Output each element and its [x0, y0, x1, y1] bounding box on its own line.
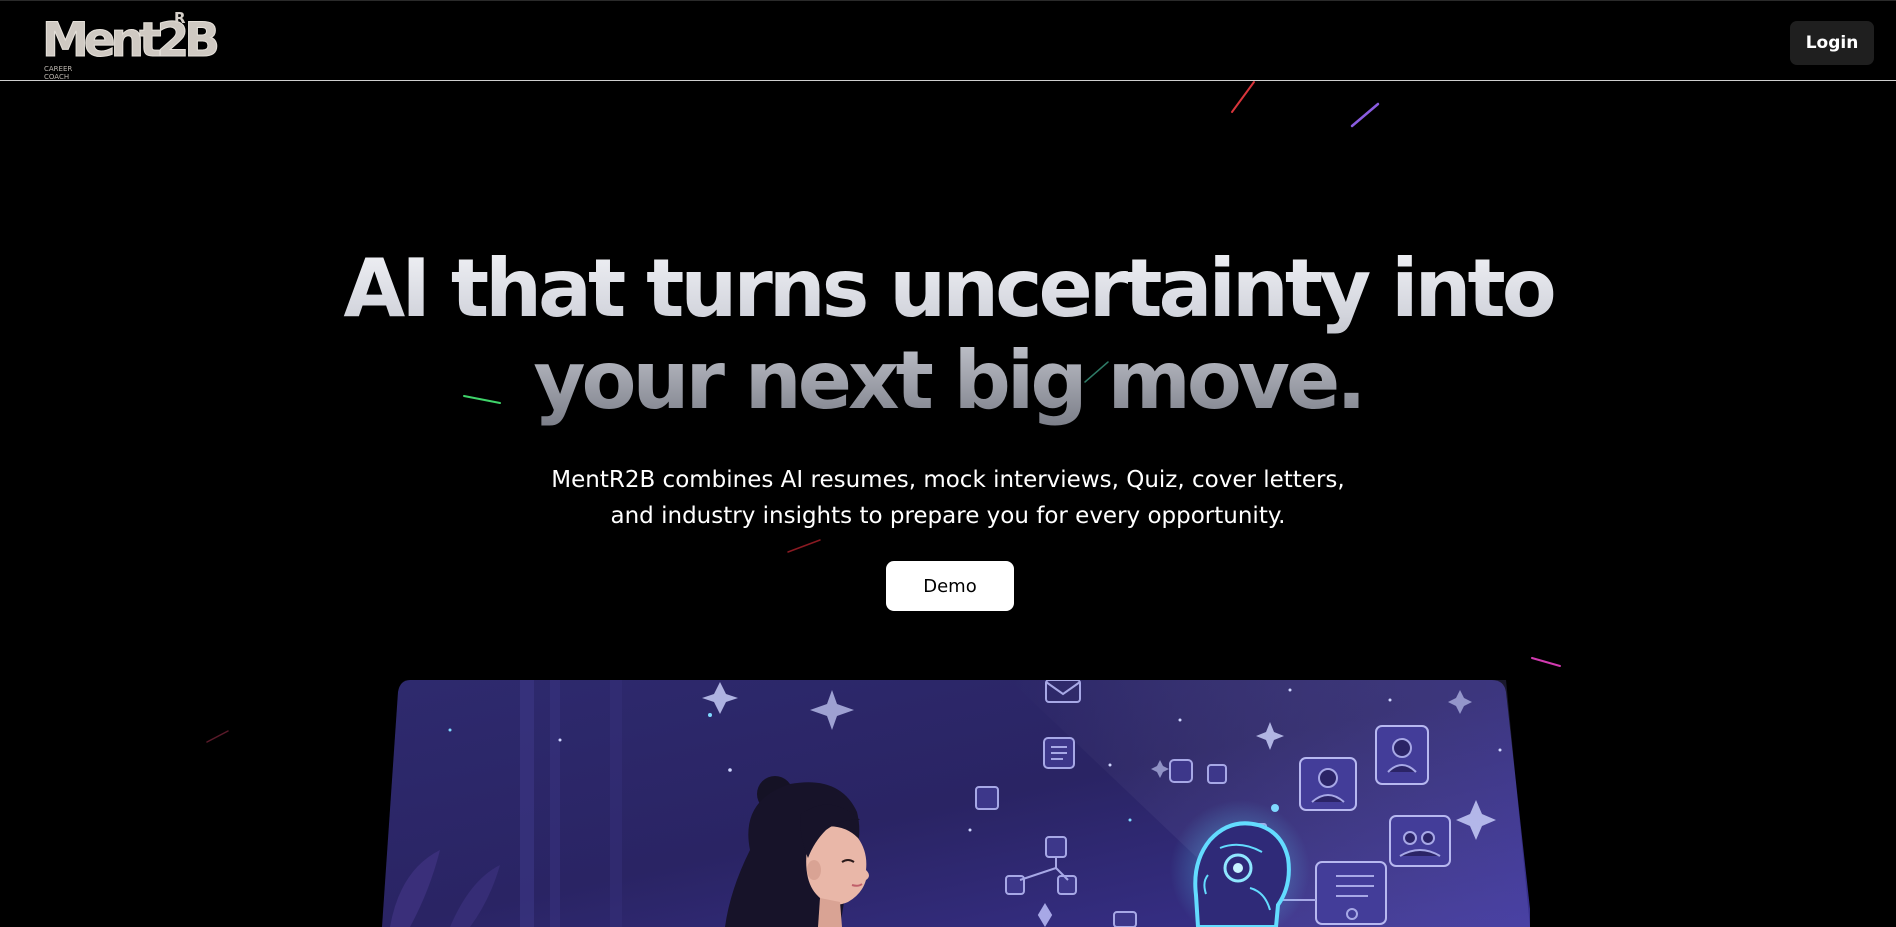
streak-red-mid	[787, 539, 821, 553]
logo-superscript: R	[174, 9, 186, 27]
subtitle-line-1: MentR2B combines AI resumes, mock interv…	[551, 467, 1345, 493]
badge-icon	[975, 786, 999, 810]
hero-subtitle: MentR2B combines AI resumes, mock interv…	[548, 462, 1348, 534]
user-network-icon	[1045, 836, 1067, 858]
headline-line-1: AI that turns uncertainty into	[343, 242, 1553, 335]
user-small-icon	[1169, 759, 1193, 783]
window-frame-2	[550, 680, 560, 927]
mentr2b-logo[interactable]: Ment2B R CAREER COACH	[41, 9, 272, 82]
resume-card	[1315, 861, 1387, 925]
illustration-art	[382, 680, 1530, 927]
login-button[interactable]: Login	[1790, 21, 1874, 65]
demo-button[interactable]: Demo	[886, 561, 1014, 611]
top-navbar: Ment2B R CAREER COACH Login	[0, 0, 1896, 81]
headline-line-2: your next big move.	[533, 334, 1363, 427]
logo-tagline: CAREER COACH	[44, 65, 84, 81]
team-card	[1389, 815, 1451, 867]
logo-tagline-line2: COACH	[44, 73, 70, 81]
hero-headline: AI that turns uncertainty into your next…	[0, 243, 1896, 427]
streak-dark-left	[206, 730, 229, 743]
landing-page: Ment2B R CAREER COACH Login AI that turn…	[0, 0, 1896, 927]
streak-purple-top	[1350, 102, 1380, 128]
hero-illustration	[370, 680, 1530, 927]
window-frame-1	[520, 680, 534, 927]
square-icon	[1207, 764, 1227, 784]
subtitle-line-2: and industry insights to prepare you for…	[610, 503, 1286, 529]
streak-red-top	[1231, 81, 1255, 113]
window-frame-3	[610, 680, 622, 927]
logo-wordmark: Ment2B	[41, 13, 220, 68]
streak-magenta-right	[1531, 657, 1561, 667]
logo-tagline-line1: CAREER	[44, 65, 73, 73]
